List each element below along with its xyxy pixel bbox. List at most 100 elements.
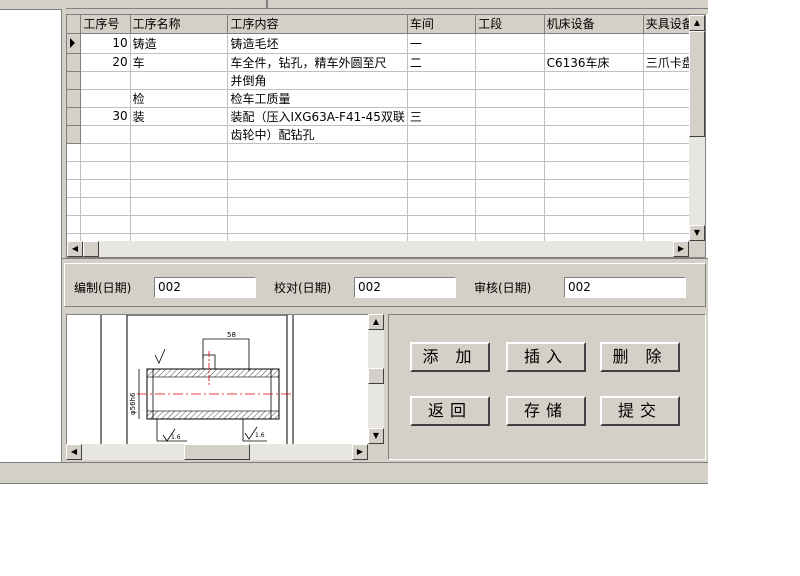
cell-section[interactable] (475, 71, 545, 90)
row-selector[interactable] (67, 107, 82, 126)
cell-no[interactable] (80, 71, 131, 90)
table-row[interactable]: 20 车车全件，钻孔，精车外圆至尺二 C6136车床 三爪卡盘 (67, 53, 705, 72)
delete-button[interactable]: 删 除 (600, 342, 680, 372)
save-button[interactable]: 存储 (506, 396, 586, 426)
table-row[interactable]: 10 铸造 铸造毛坯一 (67, 33, 705, 54)
review-date-field[interactable]: 002 (564, 277, 686, 298)
cell-no[interactable]: 10 (80, 33, 131, 54)
proofread-date-field[interactable]: 002 (354, 277, 456, 298)
table-row[interactable]: 30 装装配（压入IXG63A-F41-45双联三 (67, 107, 705, 126)
cell-name[interactable] (130, 71, 229, 90)
review-label: 审核(日期) (474, 281, 532, 295)
drawing-scroll-left-icon[interactable]: ◀ (66, 444, 82, 460)
cell-machine[interactable]: C6136车床 (544, 53, 644, 72)
cell-section[interactable] (475, 53, 545, 72)
part-drawing: 58 φ56h6 1.6 1.6 (100, 315, 294, 444)
table-row[interactable]: 并倒角 (67, 71, 705, 90)
dim-left-text: φ56h6 (129, 392, 137, 415)
top-strip (66, 0, 708, 14)
cell-no[interactable] (80, 125, 131, 144)
signoff-panel: 编制(日期) 002 校对(日期) 002 审核(日期) 002 (62, 258, 708, 310)
drawing-scroll-down-icon[interactable]: ▼ (368, 428, 384, 444)
scroll-up-icon[interactable]: ▲ (689, 15, 705, 31)
back-button[interactable]: 返回 (410, 396, 490, 426)
scroll-left-icon[interactable]: ◀ (67, 241, 83, 257)
drawing-hscroll-thumb[interactable] (184, 444, 250, 460)
cell-workshop[interactable] (407, 71, 477, 90)
scroll-corner (689, 241, 705, 257)
left-pane-top-edge (0, 0, 62, 10)
drawing-viewport: 58 φ56h6 1.6 1.6 (66, 314, 368, 444)
cell-machine[interactable] (544, 107, 644, 126)
cell-name[interactable]: 铸造 (130, 33, 229, 54)
col-header-section[interactable]: 工段 (475, 15, 545, 34)
cell-machine[interactable] (544, 33, 644, 54)
drawing-horizontal-scrollbar[interactable]: ◀ ▶ (66, 444, 368, 460)
cell-machine[interactable] (544, 71, 644, 90)
left-pane (0, 0, 62, 462)
cell-content[interactable]: 并倒角 (227, 71, 408, 90)
table-row[interactable]: 齿轮中）配钻孔 (67, 125, 705, 144)
cell-name[interactable]: 装 (130, 107, 229, 126)
drawing-panel: 58 φ56h6 1.6 1.6 ▲ ▼ ◀ ▶ (62, 310, 386, 462)
col-header-content[interactable]: 工序内容 (227, 15, 408, 34)
table-row[interactable]: 检检车工质量 (67, 89, 705, 108)
cell-section[interactable] (475, 107, 545, 126)
cell-workshop[interactable]: 三 (407, 107, 477, 126)
insert-button[interactable]: 插入 (506, 342, 586, 372)
compile-date-field[interactable]: 002 (154, 277, 256, 298)
add-button[interactable]: 添 加 (410, 342, 490, 372)
status-bar (0, 462, 708, 484)
cell-name[interactable] (130, 125, 229, 144)
row-selector[interactable] (67, 53, 82, 72)
col-header-machine[interactable]: 机床设备 (544, 15, 644, 34)
cell-machine[interactable] (544, 125, 644, 144)
cell-content[interactable]: 装配（压入IXG63A-F41-45双联 (227, 107, 408, 126)
proofread-label: 校对(日期) (274, 281, 332, 295)
grid-vertical-scrollbar[interactable]: ▲ ▼ (689, 15, 705, 241)
grid-horizontal-scrollbar[interactable]: ◀ ▶ (67, 241, 689, 257)
cell-no[interactable]: 20 (80, 53, 131, 72)
cell-content[interactable]: 铸造毛坯 (227, 33, 408, 54)
cell-workshop[interactable] (407, 125, 477, 144)
drawing-scroll-up-icon[interactable]: ▲ (368, 314, 384, 330)
process-grid[interactable]: 工序号 工序名称 工序内容 车间 工段 机床设备 夹具设备 10 铸造 铸造毛坯一 2… (66, 14, 706, 258)
grid-hscroll-thumb[interactable] (83, 241, 99, 257)
col-header-no[interactable]: 工序号 (80, 15, 131, 34)
row-selector[interactable] (67, 89, 82, 108)
process-table: 工序号 工序名称 工序内容 车间 工段 机床设备 夹具设备 10 铸造 铸造毛坯一 2… (67, 15, 705, 252)
ra2-text: 1.6 (255, 432, 265, 439)
cell-content[interactable]: 齿轮中）配钻孔 (227, 125, 408, 144)
submit-button[interactable]: 提交 (600, 396, 680, 426)
cell-name[interactable]: 车 (130, 53, 229, 72)
row-selector-header (67, 15, 82, 34)
drawing-vertical-scrollbar[interactable]: ▲ ▼ (368, 314, 384, 444)
col-header-workshop[interactable]: 车间 (407, 15, 477, 34)
cell-section[interactable] (475, 89, 545, 108)
drawing-scroll-right-icon[interactable]: ▶ (352, 444, 368, 460)
cell-section[interactable] (475, 33, 545, 54)
scroll-down-icon[interactable]: ▼ (689, 225, 705, 241)
col-header-name[interactable]: 工序名称 (130, 15, 229, 34)
table-header-row: 工序号 工序名称 工序内容 车间 工段 机床设备 夹具设备 (67, 15, 705, 34)
cell-machine[interactable] (544, 89, 644, 108)
cell-workshop[interactable] (407, 89, 477, 108)
cell-workshop[interactable]: 一 (407, 33, 477, 54)
cell-no[interactable]: 30 (80, 107, 131, 126)
scroll-right-icon[interactable]: ▶ (673, 241, 689, 257)
row-selector[interactable] (67, 125, 82, 144)
current-row-indicator-icon[interactable] (67, 33, 82, 54)
dim-top-text: 58 (227, 331, 236, 339)
button-panel: 添 加 插入 删 除 返回 存储 提交 (386, 310, 708, 462)
cell-section[interactable] (475, 125, 545, 144)
cell-content[interactable]: 检车工质量 (227, 89, 408, 108)
cell-name[interactable]: 检 (130, 89, 229, 108)
grid-vscroll-thumb[interactable] (689, 31, 705, 137)
cell-workshop[interactable]: 二 (407, 53, 477, 72)
cell-no[interactable] (80, 89, 131, 108)
compile-label: 编制(日期) (74, 281, 132, 295)
cell-content[interactable]: 车全件，钻孔，精车外圆至尺 (227, 53, 408, 72)
ra1-text: 1.6 (171, 434, 181, 441)
drawing-vscroll-thumb[interactable] (368, 368, 384, 384)
row-selector[interactable] (67, 71, 82, 90)
